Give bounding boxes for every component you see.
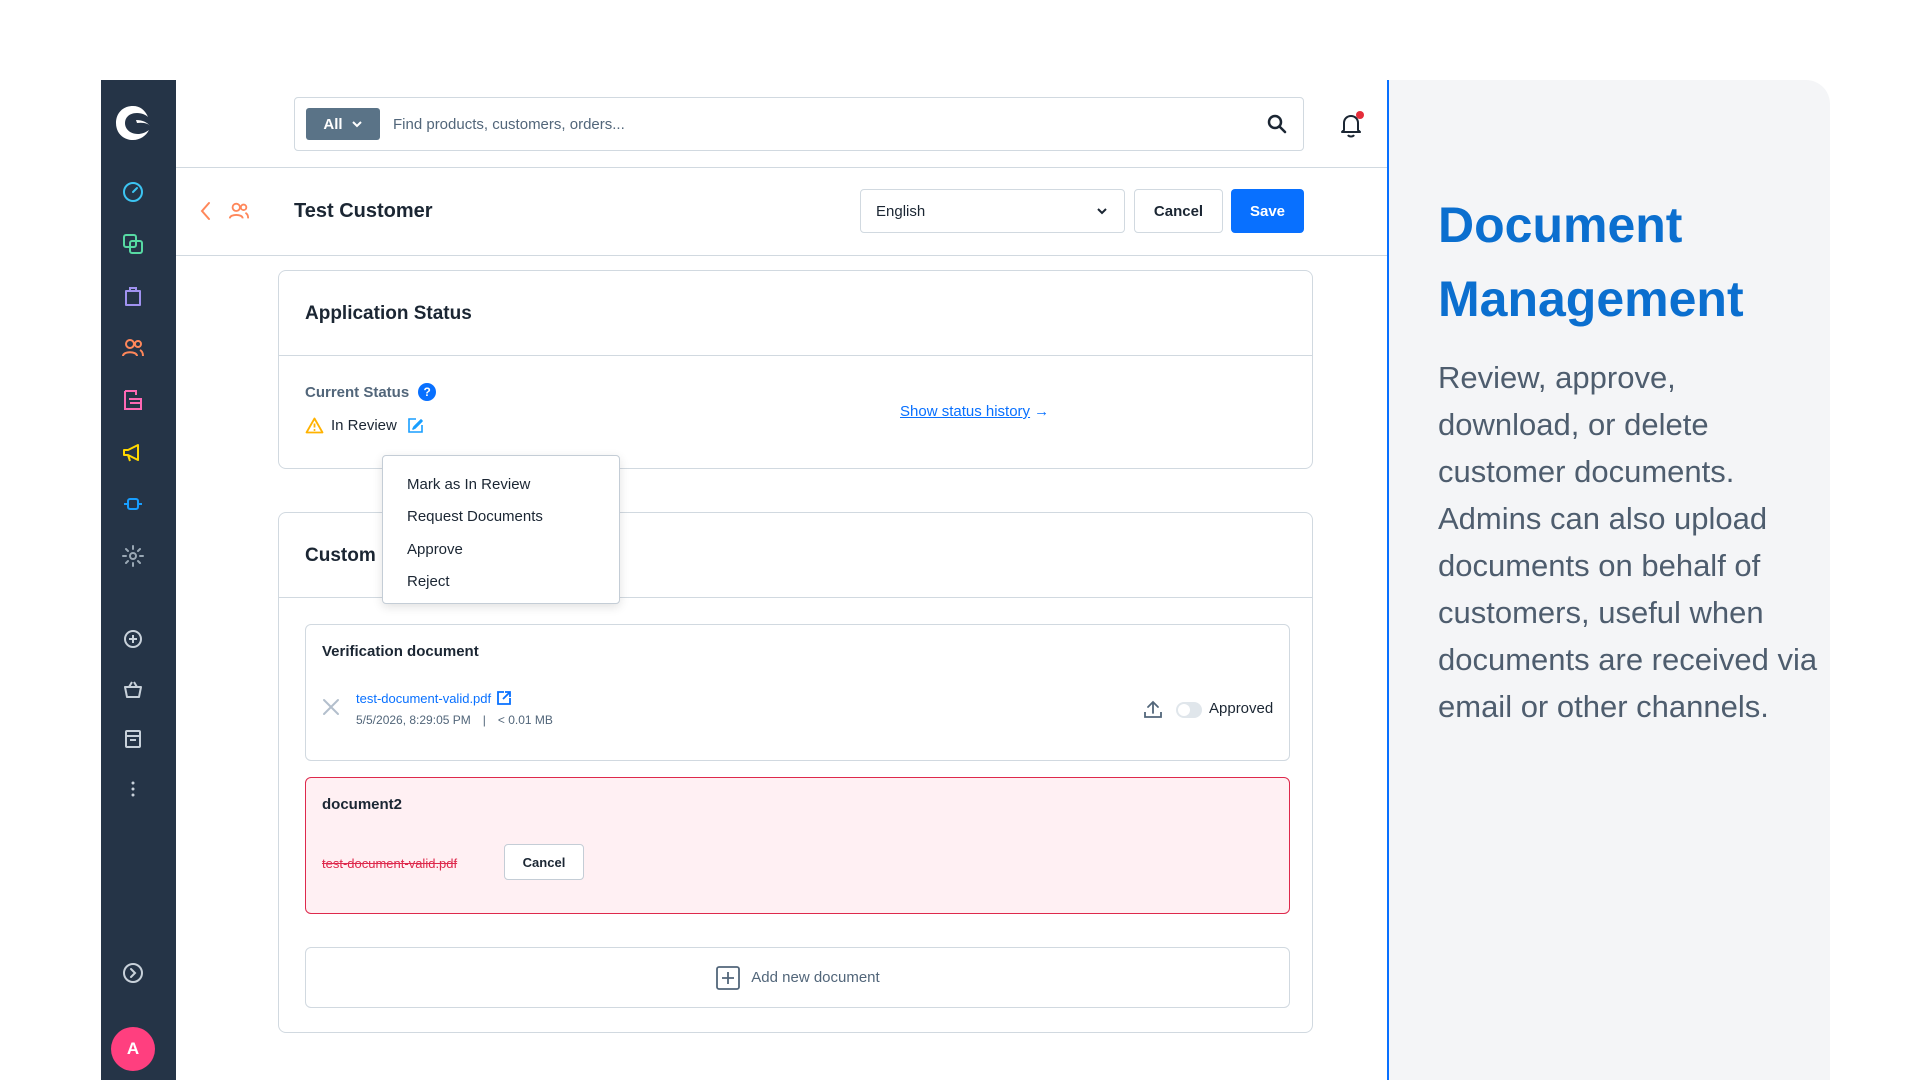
shopware-logo-icon[interactable] xyxy=(112,102,154,144)
add-new-document-button[interactable]: Add new document xyxy=(305,947,1290,1008)
global-search: All xyxy=(294,97,1304,151)
admin-sidebar: A xyxy=(101,80,176,1080)
add-sales-channel-icon[interactable] xyxy=(119,625,147,653)
search-input[interactable] xyxy=(393,108,1213,140)
catalogues-icon[interactable] xyxy=(119,230,147,258)
menu-item-reject[interactable]: Reject xyxy=(383,566,619,599)
notifications-button[interactable] xyxy=(1336,110,1366,140)
document-file-link[interactable]: test-document-valid.pdf xyxy=(356,689,513,707)
smart-bar: Test Customer English Cancel Save xyxy=(176,168,1388,256)
language-value: English xyxy=(876,202,926,220)
card-title: Application Status xyxy=(305,303,472,324)
chevron-down-icon xyxy=(351,121,362,128)
add-new-document-label: Add new document xyxy=(751,969,880,986)
status-history-label: Show status history xyxy=(900,403,1031,420)
warning-icon xyxy=(305,417,324,434)
more-icon[interactable] xyxy=(119,775,147,803)
verification-document-box: Verification document test-document-vali… xyxy=(305,624,1290,761)
application-status-card: Application Status Current Status ? In R… xyxy=(278,270,1313,469)
card-title: Custom xyxy=(305,545,376,566)
back-arrow-icon[interactable] xyxy=(196,200,216,222)
cancel-button[interactable]: Cancel xyxy=(1134,189,1223,233)
document-size: < 0.01 MB xyxy=(497,713,553,727)
meta-separator: | xyxy=(482,713,486,727)
dashboard-icon[interactable] xyxy=(119,178,147,206)
document-title: document2 xyxy=(322,796,403,813)
external-link-icon[interactable] xyxy=(495,689,513,707)
document-title: Verification document xyxy=(322,643,479,660)
cancel-removal-button[interactable]: Cancel xyxy=(504,844,584,880)
content-icon[interactable] xyxy=(119,386,147,414)
search-bar-area: All xyxy=(176,80,1388,168)
approved-label: Approved xyxy=(1209,700,1274,717)
delete-icon[interactable] xyxy=(321,697,341,717)
search-icon[interactable] xyxy=(1265,112,1289,136)
settings-icon[interactable] xyxy=(119,542,147,570)
status-text: In Review xyxy=(331,417,397,434)
marketing-icon[interactable] xyxy=(119,438,147,466)
feature-description: Review, approve, download, or delete cus… xyxy=(1438,360,1818,724)
status-history-link[interactable]: Show status history → xyxy=(900,403,1049,420)
approved-toggle[interactable] xyxy=(1176,702,1202,718)
status-action-menu: Mark as In Review Request Documents Appr… xyxy=(382,455,620,604)
customers-module-icon xyxy=(228,202,250,219)
page-title: Test Customer xyxy=(294,200,433,222)
search-scope-select[interactable]: All xyxy=(306,108,380,140)
menu-item-mark-in-review[interactable]: Mark as In Review xyxy=(383,468,619,501)
orders-icon[interactable] xyxy=(119,282,147,310)
help-icon[interactable]: ? xyxy=(418,383,437,401)
headless-icon[interactable] xyxy=(119,725,147,753)
main-content: Application Status Current Status ? In R… xyxy=(176,256,1388,1080)
document-file-name: test-document-valid.pdf xyxy=(356,690,492,706)
upload-icon[interactable] xyxy=(1142,698,1164,720)
edit-icon[interactable] xyxy=(406,416,425,435)
plus-square-icon xyxy=(716,965,741,990)
feature-description-panel: Document Management Review, approve, dow… xyxy=(1389,80,1830,1080)
user-avatar[interactable]: A xyxy=(111,1027,155,1071)
language-select[interactable]: English xyxy=(860,189,1125,233)
chevron-down-icon xyxy=(1097,208,1107,215)
card-header: Application Status xyxy=(279,271,1312,356)
customers-icon[interactable] xyxy=(119,334,147,362)
current-status-value: In Review xyxy=(305,416,425,435)
menu-item-approve[interactable]: Approve xyxy=(383,533,619,566)
document-date: 5/5/2026, 8:29:05 PM xyxy=(356,713,471,727)
document2-box: document2 test-document-valid.pdf Cancel xyxy=(305,777,1290,914)
search-scope-label: All xyxy=(323,115,343,133)
removed-file-name: test-document-valid.pdf xyxy=(322,856,458,871)
notification-badge xyxy=(1356,111,1364,119)
current-status-label: Current Status ? xyxy=(305,383,437,401)
save-button[interactable]: Save xyxy=(1231,189,1304,233)
arrow-right-icon: → xyxy=(1034,403,1050,420)
menu-item-request-documents[interactable]: Request Documents xyxy=(383,501,619,534)
document-meta: 5/5/2026, 8:29:05 PM | < 0.01 MB xyxy=(356,713,553,727)
extensions-icon[interactable] xyxy=(119,490,147,518)
current-status-text: Current Status xyxy=(305,383,410,401)
feature-title: Document Management xyxy=(1438,197,1744,327)
expand-menu-icon[interactable] xyxy=(119,959,147,987)
storefront-icon[interactable] xyxy=(119,675,147,703)
